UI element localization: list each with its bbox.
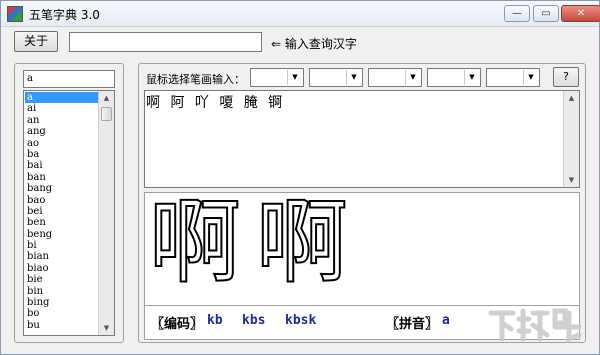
stroke-dropdown-3[interactable]: ▼ [368, 68, 422, 87]
pinyin-filter-input[interactable]: a [23, 70, 115, 88]
stroke-dropdown-1[interactable]: ▼ [250, 68, 304, 87]
help-button[interactable]: ? [553, 67, 579, 87]
chevron-down-icon: ▼ [523, 70, 538, 85]
pinyin-list-item[interactable]: ban [25, 172, 98, 183]
candidate-scrollbar[interactable]: ▲ ▼ [563, 91, 579, 187]
code-3: kbsk [285, 313, 317, 328]
watermark-logo [485, 305, 585, 348]
pinyin-list-item[interactable]: ben [25, 217, 98, 228]
about-button[interactable]: 关于 [14, 31, 58, 52]
chevron-down-icon: ▼ [405, 70, 420, 85]
pinyin-list-item[interactable]: bo [25, 308, 98, 319]
scroll-up-icon[interactable]: ▲ [99, 91, 114, 105]
stroke-dropdown-2[interactable]: ▼ [309, 68, 363, 87]
pinyin-list-item[interactable]: bin [25, 286, 98, 297]
main-window: 五笔字典 3.0 — ▭ ✕ 关于 ⇐ 输入查询汉字 a a ai an ang ao b… [0, 0, 600, 355]
pinyin-list-item[interactable]: bian [25, 251, 98, 262]
pinyin-list-item[interactable]: bao [25, 195, 98, 206]
candidate-characters[interactable]: 啊 阿 吖 嗄 腌 锕 [146, 92, 285, 112]
app-icon [7, 6, 23, 22]
chevron-down-icon: ▼ [346, 70, 361, 85]
pinyin-list-item[interactable]: bie [25, 274, 98, 285]
minimize-button[interactable]: — [504, 5, 530, 22]
search-hint: ⇐ 输入查询汉字 [271, 37, 357, 51]
pinyin-list-scrollbar[interactable]: ▲ ▼ [98, 91, 114, 335]
pinyin-list-item[interactable]: bang [25, 183, 98, 194]
window-title: 五笔字典 3.0 [29, 8, 100, 22]
chevron-down-icon: ▼ [287, 70, 302, 85]
pinyin-list-item[interactable]: bi [25, 240, 98, 251]
scroll-down-icon[interactable]: ▼ [564, 173, 579, 187]
pinyin-list-item[interactable]: beng [25, 229, 98, 240]
title-bar: 五笔字典 3.0 — ▭ ✕ [1, 1, 600, 27]
pinyin-list-item[interactable]: bai [25, 160, 98, 171]
pinyin-list-item[interactable]: a [25, 92, 98, 104]
chevron-down-icon: ▼ [464, 70, 479, 85]
pinyin-list-item[interactable]: ba [25, 149, 98, 160]
pinyin-list-item[interactable]: an [25, 115, 98, 126]
stroke-input-label: 鼠标选择笔画输入： [146, 73, 245, 86]
stroke-dropdown-5[interactable]: ▼ [486, 68, 540, 87]
pinyin-list[interactable]: a ai an ang ao ba bai ban bang bao bei ben beng bi bia… [23, 90, 115, 336]
stroke-dropdown-4[interactable]: ▼ [427, 68, 481, 87]
code-label: 〖编码〗 [151, 317, 204, 332]
scroll-thumb[interactable] [101, 107, 112, 121]
search-input[interactable] [69, 32, 262, 52]
pinyin-list-item[interactable]: ang [25, 126, 98, 137]
preview-char-stroke: 啊 [255, 189, 349, 296]
preview-char-outline: 啊 [148, 189, 242, 296]
code-1: kb [207, 313, 223, 328]
pinyin-panel: a a ai an ang ao ba bai ban bang bao bei ben beng bi b… [14, 63, 124, 343]
pinyin-list-item[interactable]: bei [25, 206, 98, 217]
pinyin-list-item[interactable]: biao [25, 263, 98, 274]
close-button[interactable]: ✕ [561, 5, 600, 22]
pinyin-list-item[interactable]: ai [25, 103, 98, 114]
maximize-button[interactable]: ▭ [533, 5, 559, 22]
code-2: kbs [242, 313, 266, 328]
pinyin-label: 〖拼音〗 [386, 317, 439, 332]
pinyin-list-item[interactable]: bing [25, 297, 98, 308]
pinyin-list-item[interactable]: ao [25, 138, 98, 149]
pinyin-list-item[interactable]: bu [25, 320, 98, 331]
pinyin-value: a [442, 313, 450, 328]
scroll-down-icon[interactable]: ▼ [99, 321, 114, 335]
scroll-up-icon[interactable]: ▲ [564, 91, 579, 105]
